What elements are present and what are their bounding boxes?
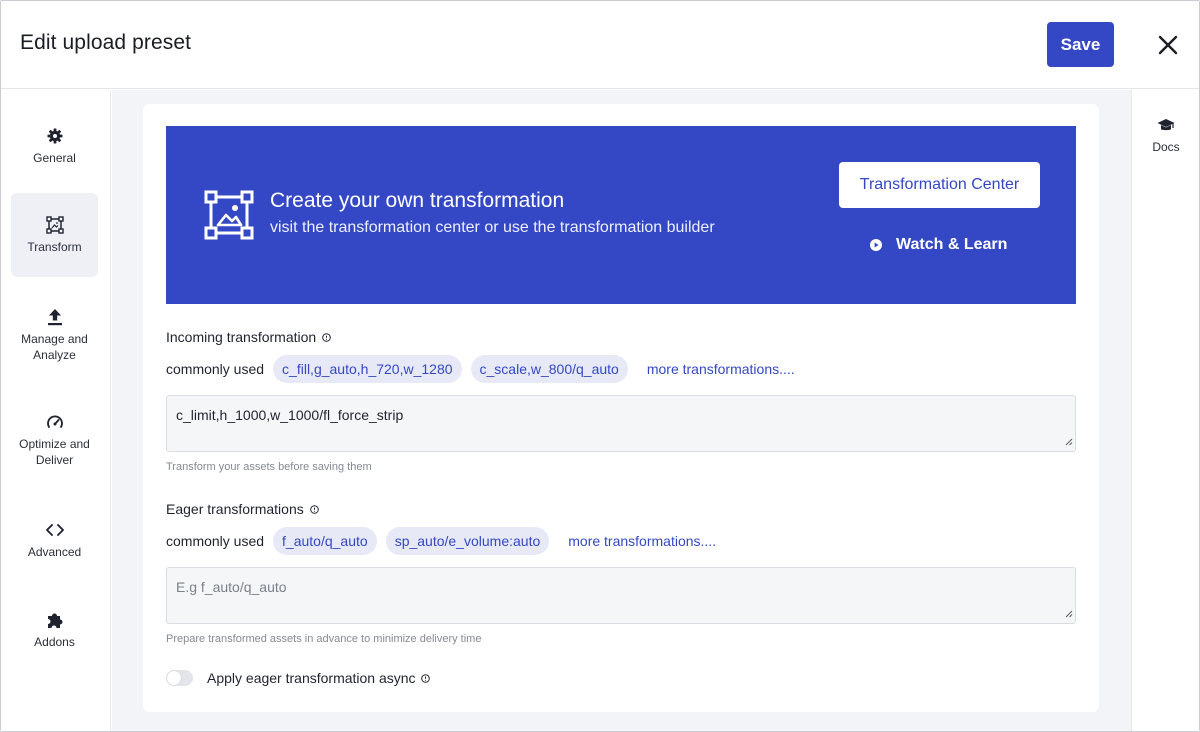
transformation-center-button[interactable]: Transformation Center — [839, 162, 1040, 208]
more-transformations-link[interactable]: more transformations.... — [568, 533, 716, 549]
sidebar-item-manage-and-analyze[interactable]: Manage and Analyze — [11, 295, 98, 375]
graduation-cap-icon — [1157, 118, 1175, 136]
sidebar-item-label: Transform — [27, 239, 82, 254]
watch-and-learn-label: Watch & Learn — [896, 236, 1008, 253]
page-title: Edit upload preset — [20, 31, 192, 54]
transform-icon — [45, 215, 64, 234]
incoming-transformation-text: Incoming transformation — [166, 329, 317, 345]
code-brackets-icon — [45, 521, 65, 539]
save-button[interactable]: Save — [1047, 22, 1114, 67]
eager-transformation-placeholder: E.g f_auto/q_auto — [176, 579, 287, 595]
sidebar-item-label: General — [33, 150, 76, 165]
sidebar-item-label: Addons — [34, 634, 75, 649]
transformation-chip[interactable]: f_auto/q_auto — [273, 527, 377, 555]
sidebar: General Transform Manage and Analyze Opt… — [1, 90, 111, 731]
eager-async-row: Apply eager transformation async — [166, 670, 430, 686]
eager-helper-text: Prepare transformed assets in advance to… — [166, 633, 482, 645]
info-icon[interactable] — [420, 673, 430, 683]
incoming-transformation-input[interactable]: c_limit,h_1000,w_1000/fl_force_strip — [166, 395, 1076, 452]
sidebar-item-label: Advanced — [27, 544, 82, 559]
sidebar-item-label: Manage and Analyze — [21, 331, 88, 362]
main-content: Create your own transformation visit the… — [112, 90, 1131, 731]
eager-transformation-input[interactable]: E.g f_auto/q_auto — [166, 567, 1076, 624]
banner-title: Create your own transformation — [270, 189, 565, 212]
puzzle-icon — [46, 611, 64, 629]
play-icon — [870, 239, 882, 251]
transformation-chip[interactable]: sp_auto/e_volume:auto — [385, 527, 550, 555]
commonly-used-label: commonly used — [166, 361, 265, 377]
transformation-chip[interactable]: c_fill,g_auto,h_720,w_1280 — [273, 355, 462, 383]
banner-subtitle: visit the transformation center or use t… — [270, 219, 715, 236]
transform-card: Create your own transformation visit the… — [143, 104, 1099, 712]
info-icon[interactable] — [322, 332, 331, 342]
eager-transformations-text: Eager transformations — [166, 501, 304, 517]
info-icon[interactable] — [309, 504, 319, 514]
transformation-chip[interactable]: c_scale,w_800/q_auto — [470, 355, 628, 383]
sidebar-item-advanced[interactable]: Advanced — [11, 505, 98, 575]
sidebar-item-transform[interactable]: Transform — [11, 193, 98, 277]
watch-and-learn-link[interactable]: Watch & Learn — [870, 234, 1007, 256]
close-button[interactable] — [1153, 30, 1183, 60]
gear-icon — [47, 127, 63, 145]
sidebar-item-addons[interactable]: Addons — [11, 595, 98, 665]
incoming-transformation-label: Incoming transformation — [166, 329, 331, 345]
eager-transformations-label: Eager transformations — [166, 501, 319, 517]
transformation-banner: Create your own transformation visit the… — [166, 126, 1076, 304]
incoming-helper-text: Transform your assets before saving them — [166, 461, 372, 473]
incoming-commonly-used-row: commonly used c_fill,g_auto,h_720,w_1280… — [166, 355, 795, 383]
eager-async-label: Apply eager transformation async — [207, 670, 416, 686]
docs-label: Docs — [1152, 140, 1180, 154]
eager-async-toggle[interactable] — [166, 670, 193, 686]
more-transformations-link[interactable]: more transformations.... — [647, 361, 795, 377]
upload-arrow-icon — [47, 308, 63, 326]
resize-grip-icon[interactable] — [1063, 605, 1073, 621]
toggle-knob — [167, 671, 181, 685]
speedometer-icon — [46, 413, 64, 431]
sidebar-item-label: Optimize and Deliver — [19, 436, 90, 467]
eager-commonly-used-row: commonly used f_auto/q_auto sp_auto/e_vo… — [166, 527, 716, 555]
docs-button[interactable]: Docs — [1132, 118, 1199, 154]
sidebar-item-general[interactable]: General — [11, 110, 98, 182]
commonly-used-label: commonly used — [166, 533, 265, 549]
header: Edit upload preset Save — [1, 1, 1199, 89]
right-rail: Docs — [1131, 90, 1199, 731]
transform-image-icon — [204, 190, 254, 245]
incoming-transformation-value: c_limit,h_1000,w_1000/fl_force_strip — [176, 407, 404, 423]
close-icon — [1158, 35, 1178, 55]
modal-window: Edit upload preset Save General Transfor… — [0, 0, 1200, 732]
sidebar-item-optimize-and-deliver[interactable]: Optimize and Deliver — [11, 400, 98, 480]
resize-grip-icon[interactable] — [1063, 433, 1073, 449]
